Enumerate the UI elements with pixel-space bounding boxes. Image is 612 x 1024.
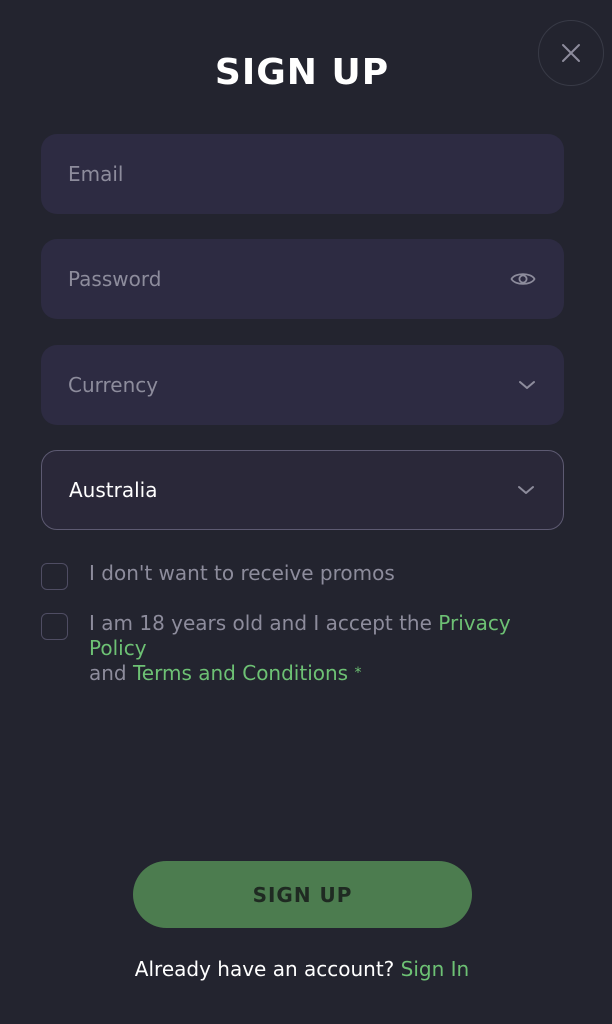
- age-terms-checkbox[interactable]: [41, 613, 68, 640]
- email-input[interactable]: [68, 162, 468, 186]
- chevron-down-icon: [518, 379, 536, 391]
- email-field[interactable]: [41, 134, 564, 214]
- terms-conditions-link[interactable]: Terms and Conditions: [133, 661, 348, 685]
- currency-select[interactable]: Currency: [41, 345, 564, 425]
- country-value: Australia: [69, 478, 158, 502]
- promos-option: I don't want to receive promos: [41, 561, 571, 590]
- age-terms-option: I am 18 years old and I accept the Priva…: [41, 611, 571, 686]
- age-terms-text-and: and: [89, 661, 133, 685]
- password-field[interactable]: [41, 239, 564, 319]
- page-title: SIGN UP: [214, 52, 390, 93]
- signin-link[interactable]: Sign In: [401, 957, 470, 981]
- promos-label: I don't want to receive promos: [89, 561, 395, 585]
- age-terms-text: I am 18 years old and I accept the: [89, 611, 439, 635]
- age-terms-label: I am 18 years old and I accept the Priva…: [89, 611, 571, 686]
- country-select[interactable]: Australia: [41, 450, 564, 530]
- signup-button[interactable]: SIGN UP: [133, 861, 472, 928]
- password-input[interactable]: [68, 267, 468, 291]
- signin-prompt-text: Already have an account?: [134, 957, 401, 981]
- eye-icon[interactable]: [510, 270, 536, 288]
- currency-placeholder: Currency: [68, 373, 159, 397]
- signin-prompt: Already have an account? Sign In: [0, 957, 604, 981]
- required-mark: *: [354, 665, 362, 681]
- promos-checkbox[interactable]: [41, 563, 68, 590]
- chevron-down-icon: [517, 484, 535, 496]
